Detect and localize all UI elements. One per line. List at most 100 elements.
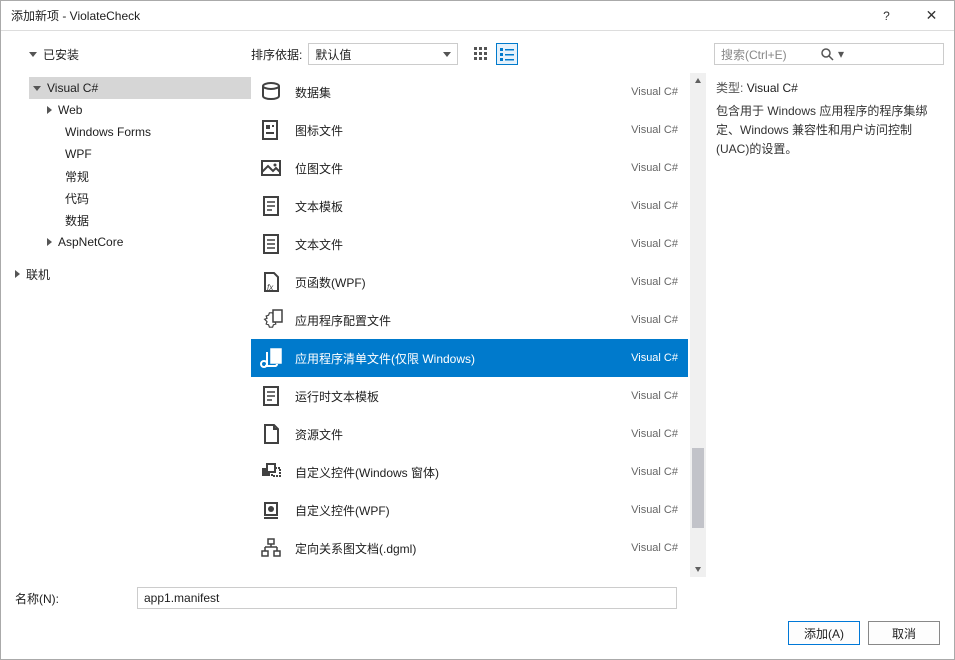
add-new-item-dialog: 添加新项 - ViolateCheck ? ✕ 已安装 排序依据: 默认值 搜索 [0,0,955,660]
list-item[interactable]: 运行时文本模板 Visual C# [251,377,688,415]
iconfile-icon [257,116,285,144]
scrollbar-thumb[interactable] [692,448,704,528]
page-function-icon: fx [257,268,285,296]
template-list-wrap: 数据集 Visual C# 图标文件 Visual C# 位图文件 Visual… [251,73,706,577]
help-button[interactable]: ? [864,1,909,31]
name-label: 名称(N): [15,590,125,607]
resource-icon [257,420,285,448]
list-item[interactable]: 文本文件 Visual C# [251,225,688,263]
tree-node-online[interactable]: 联机 [11,263,251,285]
name-input[interactable]: app1.manifest [137,587,677,609]
main-area: Visual C# Web Windows Forms WPF 常规 代码 数据 [1,73,954,577]
list-item-label: 位图文件 [295,160,621,177]
config-icon [257,306,285,334]
list-item-lang: Visual C# [631,466,678,478]
tree-node-data[interactable]: 数据 [29,209,251,231]
installed-header[interactable]: 已安装 [11,46,251,63]
cancel-button[interactable]: 取消 [868,621,940,645]
dgml-icon [257,534,285,562]
window-title: 添加新项 - ViolateCheck [11,7,864,24]
scrollbar[interactable] [690,73,706,577]
list-item[interactable]: 应用程序配置文件 Visual C# [251,301,688,339]
template-list[interactable]: 数据集 Visual C# 图标文件 Visual C# 位图文件 Visual… [251,73,690,577]
chevron-down-icon [33,86,41,91]
list-item-label: 自定义控件(Windows 窗体) [295,464,621,481]
tree-node-windows-forms[interactable]: Windows Forms [29,121,251,143]
sort-area: 排序依据: 默认值 [251,43,458,65]
search-input[interactable]: 搜索(Ctrl+E) ▾ [714,43,944,65]
list-item-lang: Visual C# [631,542,678,554]
info-type: 类型: Visual C# [716,79,934,96]
text-template-icon [257,192,285,220]
list-item-label: 资源文件 [295,426,621,443]
list-item-lang: Visual C# [631,200,678,212]
add-button[interactable]: 添加(A) [788,621,860,645]
tree-node-general[interactable]: 常规 [29,165,251,187]
list-item-lang: Visual C# [631,428,678,440]
tree-node-label: WPF [65,147,92,161]
tree-node-label: Web [58,103,82,117]
tree-node-web[interactable]: Web [29,99,251,121]
search-placeholder: 搜索(Ctrl+E) [721,46,820,63]
list-item-label: 应用程序配置文件 [295,312,621,329]
info-type-label: 类型: [716,81,743,95]
name-row: 名称(N): app1.manifest [15,587,940,609]
toolbar: 已安装 排序依据: 默认值 搜索(Ctrl+E) ▾ [11,39,944,69]
svg-text:fx: fx [267,283,274,292]
sort-label: 排序依据: [251,46,302,63]
bitmap-icon [257,154,285,182]
list-item-label: 运行时文本模板 [295,388,621,405]
list-item-label: 应用程序清单文件(仅限 Windows) [295,350,621,367]
list-item-lang: Visual C# [631,238,678,250]
list-item[interactable]: 文本模板 Visual C# [251,187,688,225]
close-button[interactable]: ✕ [909,1,954,31]
tree-node-label: 数据 [65,212,89,229]
view-tiles-button[interactable] [470,43,492,65]
tree-node-aspnetcore[interactable]: AspNetCore [29,231,251,253]
list-item[interactable]: 定向关系图文档(.dgml) Visual C# [251,529,688,567]
name-input-value: app1.manifest [144,591,219,605]
list-item-lang: Visual C# [631,86,678,98]
list-item-label: 自定义控件(WPF) [295,502,621,519]
list-item-lang: Visual C# [631,162,678,174]
tree-node-visual-csharp[interactable]: Visual C# [29,77,251,99]
chevron-right-icon [47,238,52,246]
list-item-label: 文本文件 [295,236,621,253]
list-item-label: 页函数(WPF) [295,274,621,291]
usercontrol-wpf-icon [257,496,285,524]
scroll-up-icon[interactable] [690,73,706,89]
tree-node-label: AspNetCore [58,235,123,249]
button-row: 添加(A) 取消 [15,621,940,645]
dataset-icon [257,78,285,106]
list-item[interactable]: fx 页函数(WPF) Visual C# [251,263,688,301]
list-item[interactable]: 自定义控件(Windows 窗体) Visual C# [251,453,688,491]
list-item[interactable]: 资源文件 Visual C# [251,415,688,453]
usercontrol-winforms-icon [257,458,285,486]
bottom-area: 名称(N): app1.manifest 添加(A) 取消 [1,577,954,659]
list-item-label: 文本模板 [295,198,621,215]
manifest-icon [257,344,285,372]
list-item-selected[interactable]: 应用程序清单文件(仅限 Windows) Visual C# [251,339,688,377]
list-item[interactable]: 位图文件 Visual C# [251,149,688,187]
info-description: 包含用于 Windows 应用程序的程序集绑定、Windows 兼容性和用户访问… [716,102,934,160]
sort-select[interactable]: 默认值 [308,43,458,65]
tree-node-code[interactable]: 代码 [29,187,251,209]
tree-node-wpf[interactable]: WPF [29,143,251,165]
list-item-lang: Visual C# [631,314,678,326]
list-item-label: 数据集 [295,84,621,101]
chevron-down-icon [29,52,37,57]
list-item[interactable]: 数据集 Visual C# [251,73,688,111]
list-item-lang: Visual C# [631,276,678,288]
list-item-lang: Visual C# [631,352,678,364]
list-item[interactable]: 自定义控件(WPF) Visual C# [251,491,688,529]
tree-node-label: 常规 [65,168,89,185]
view-list-button[interactable] [496,43,518,65]
installed-label: 已安装 [43,46,79,63]
scroll-down-icon[interactable] [690,561,706,577]
view-mode-switch [470,43,518,65]
info-panel: 类型: Visual C# 包含用于 Windows 应用程序的程序集绑定、Wi… [706,73,944,577]
tree-node-label: 代码 [65,190,89,207]
tree-node-label: 联机 [26,266,50,283]
list-item[interactable]: 图标文件 Visual C# [251,111,688,149]
sort-select-value: 默认值 [315,46,351,63]
